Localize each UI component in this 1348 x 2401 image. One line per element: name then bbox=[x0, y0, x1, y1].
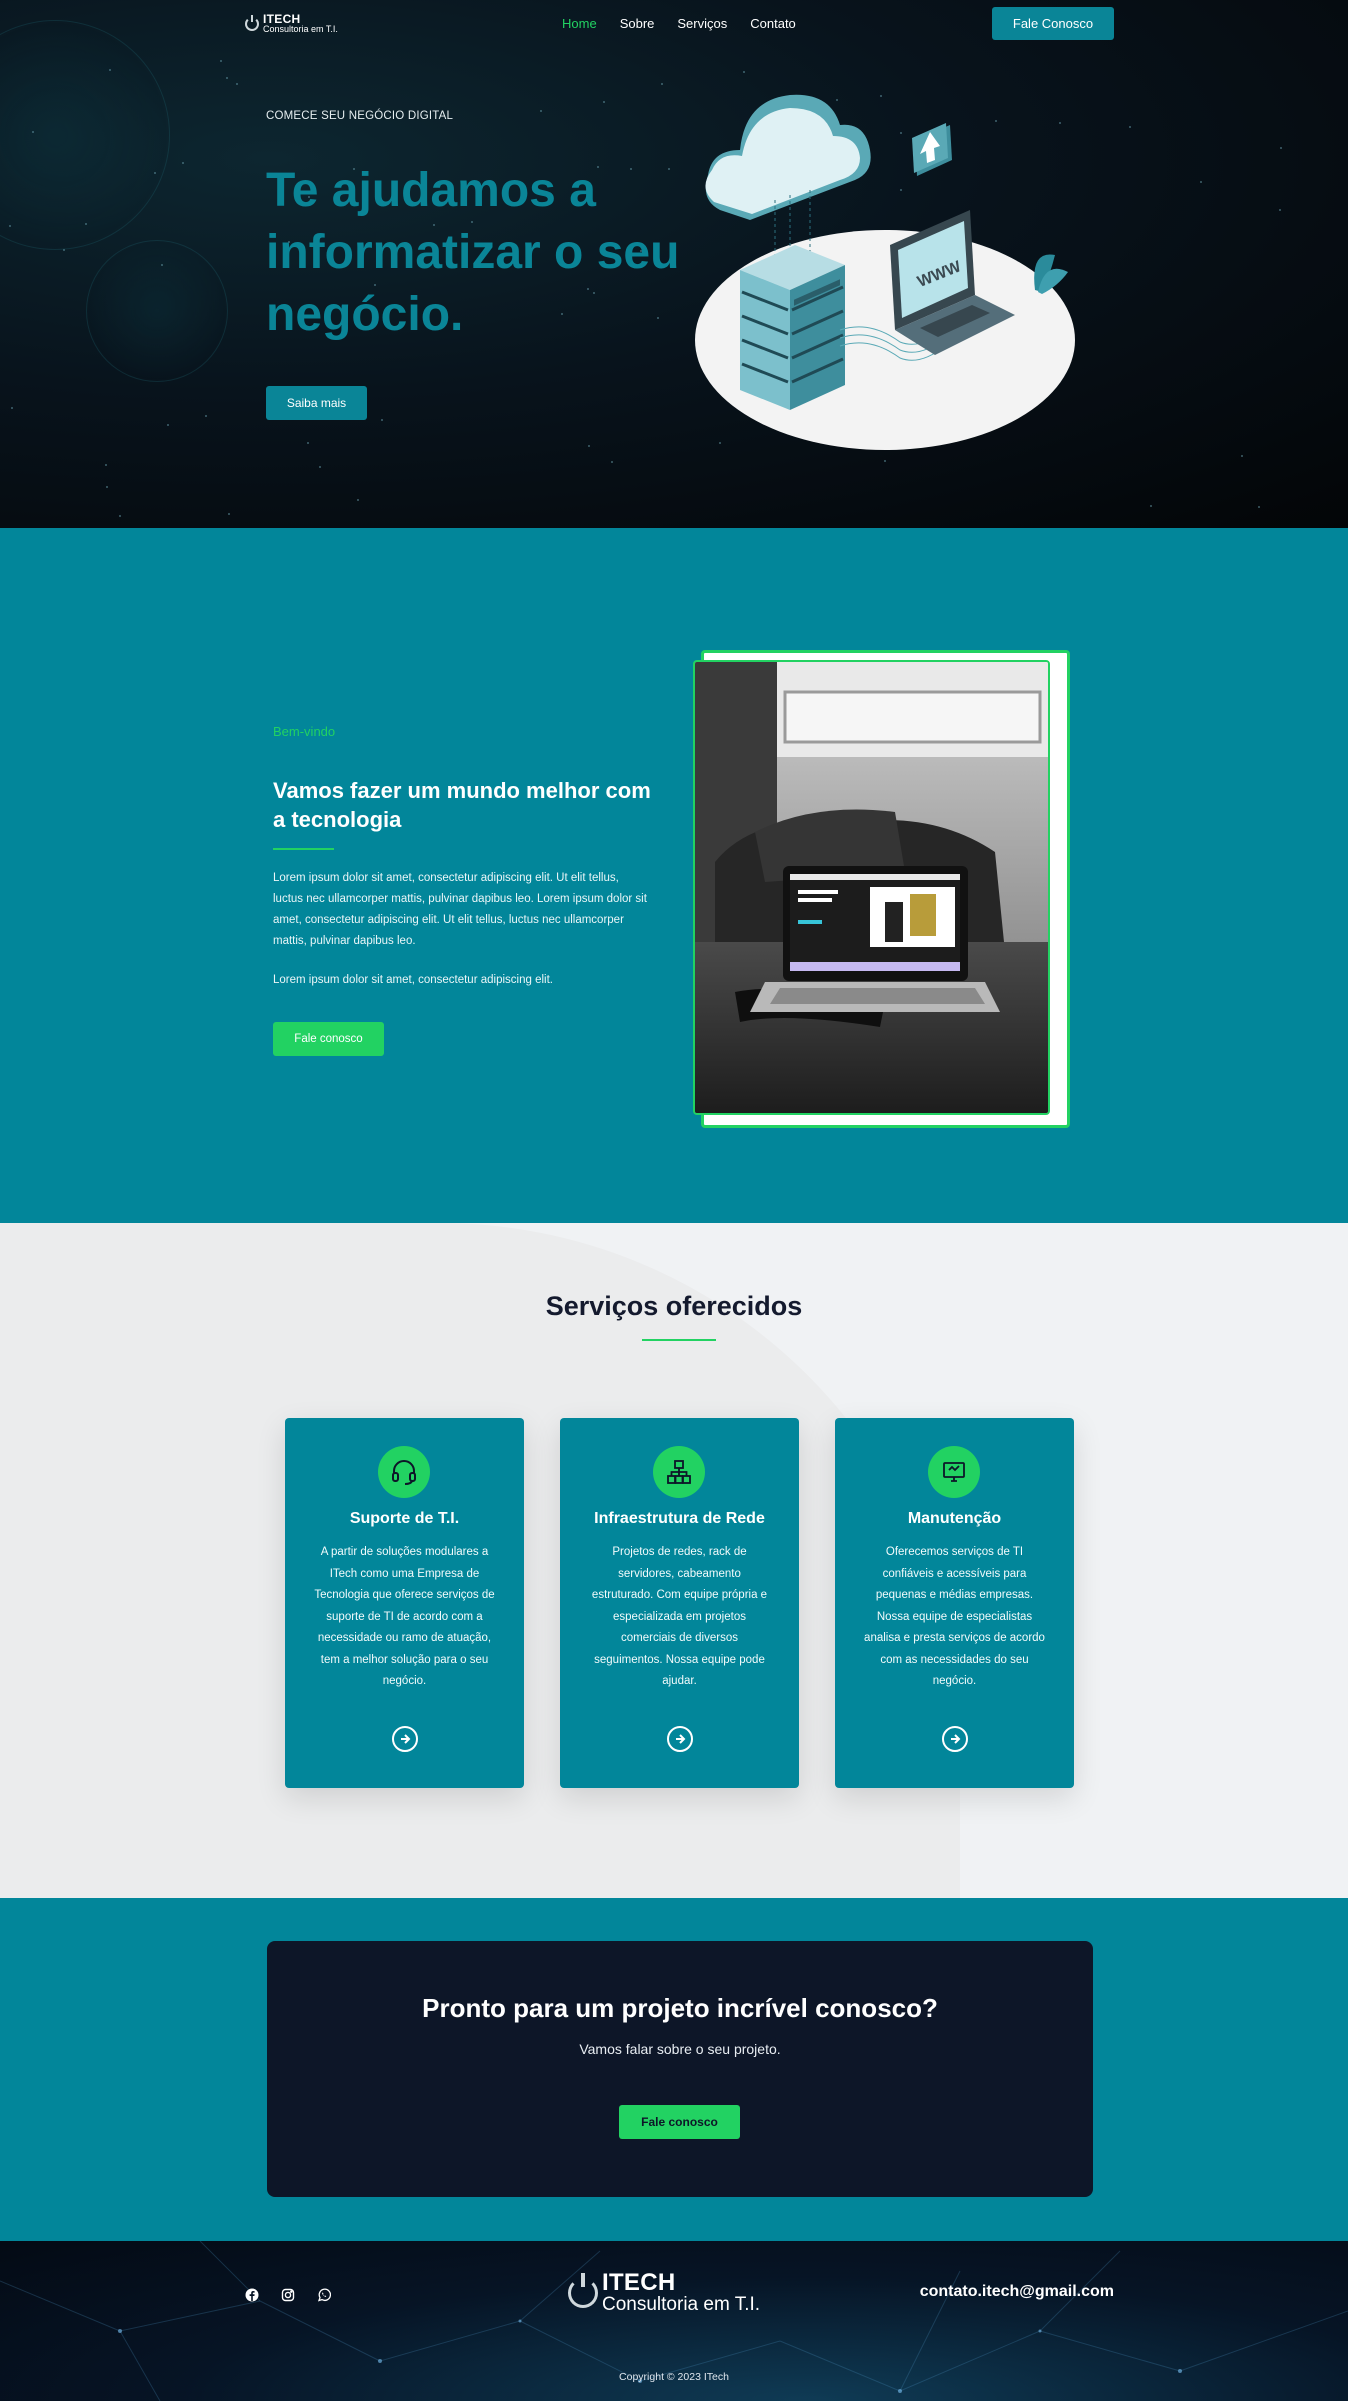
services-section: Serviços oferecidos Suporte de T.I. A pa… bbox=[0, 1223, 1348, 1898]
contact-email-link[interactable]: contato.itech@gmail.com bbox=[920, 2283, 1114, 2301]
service-card-text: Oferecemos serviços de TI confiáveis e a… bbox=[864, 1546, 1045, 1687]
star-dot bbox=[743, 71, 745, 73]
star-dot bbox=[220, 60, 222, 62]
decorative-circle bbox=[0, 20, 170, 250]
title-underline bbox=[642, 1339, 716, 1341]
star-dot bbox=[357, 499, 359, 501]
cta-box: Pronto para um projeto incrível conosco?… bbox=[267, 1941, 1093, 2197]
facebook-icon[interactable] bbox=[244, 2287, 260, 2303]
arrow-right-icon[interactable] bbox=[942, 1726, 968, 1752]
star-dot bbox=[588, 445, 590, 447]
hero-kicker: COMECE SEU NEGÓCIO DIGITAL bbox=[266, 110, 454, 122]
nav-link-servicos[interactable]: Serviços bbox=[677, 16, 727, 31]
service-card-title: Manutenção bbox=[907, 1510, 1002, 1527]
service-card-title: Suporte de T.I. bbox=[349, 1510, 460, 1527]
star-dot bbox=[119, 515, 121, 517]
services-title: Serviços oferecidos bbox=[545, 1291, 803, 1321]
star-dot bbox=[1258, 506, 1260, 508]
star-dot bbox=[9, 225, 11, 227]
star-dot bbox=[884, 460, 886, 462]
star-dot bbox=[381, 419, 383, 421]
hero-headline: Te ajudamos a informatizar o seu negócio… bbox=[266, 164, 680, 341]
decorative-circle bbox=[86, 240, 228, 382]
cloud-icon bbox=[705, 94, 871, 220]
service-card-infraestrutura: Infraestrutura de Rede Projetos de redes… bbox=[560, 1418, 799, 1788]
star-dot bbox=[307, 442, 309, 444]
service-card-manutencao: Manutenção Oferecemos serviços de TI con… bbox=[835, 1418, 1074, 1788]
service-card-title: Infraestrutura de Rede bbox=[594, 1510, 765, 1527]
star-dot bbox=[1129, 126, 1131, 128]
power-icon bbox=[245, 14, 259, 31]
cta-section: Pronto para um projeto incrível conosco?… bbox=[0, 1898, 1348, 2241]
nav-link-contato[interactable]: Contato bbox=[750, 16, 796, 31]
star-dot bbox=[32, 131, 34, 133]
contact-button[interactable]: Fale Conosco bbox=[992, 7, 1114, 40]
star-dot bbox=[167, 424, 169, 426]
hero-section: ITECH Consultoria em T.I. Home Sobre Ser… bbox=[0, 0, 1348, 528]
service-card-suporte: Suporte de T.I. A partir de soluções mod… bbox=[285, 1418, 524, 1788]
headset-icon bbox=[378, 1446, 430, 1498]
star-dot bbox=[85, 223, 87, 225]
star-dot bbox=[161, 264, 163, 266]
star-dot bbox=[109, 69, 111, 71]
monitor-icon bbox=[928, 1446, 980, 1498]
star-dot bbox=[105, 464, 107, 466]
about-section: Bem-vindo Vamos fazer um mundo melhor co… bbox=[0, 528, 1348, 1223]
cloud-server-illustration: WWW bbox=[695, 94, 1075, 450]
plant-icon bbox=[1034, 254, 1068, 294]
brand-logo[interactable]: ITECH Consultoria em T.I. bbox=[245, 13, 338, 34]
star-dot bbox=[205, 415, 207, 417]
nav-link-home[interactable]: Home bbox=[562, 16, 597, 31]
star-dot bbox=[1279, 209, 1281, 211]
service-card-text: A partir de soluções modulares a ITech c… bbox=[314, 1546, 495, 1687]
whatsapp-icon[interactable] bbox=[316, 2287, 332, 2303]
star-dot bbox=[106, 486, 108, 488]
nav-link-sobre[interactable]: Sobre bbox=[620, 16, 655, 31]
cta-contact-button[interactable]: Fale conosco bbox=[619, 2105, 740, 2139]
star-dot bbox=[182, 162, 184, 164]
about-contact-button[interactable]: Fale conosco bbox=[273, 1022, 384, 1056]
star-dot bbox=[154, 172, 156, 174]
star-dot bbox=[228, 513, 230, 515]
star-dot bbox=[226, 77, 228, 79]
server-rack-icon bbox=[740, 245, 845, 410]
footer-brand-tagline: Consultoria em T.I. bbox=[602, 2294, 761, 2315]
copyright-text: Copyright © 2023 ITech bbox=[619, 2371, 729, 2383]
title-underline bbox=[273, 848, 334, 850]
learn-more-button[interactable]: Saiba mais bbox=[266, 386, 367, 420]
network-icon bbox=[653, 1446, 705, 1498]
about-paragraph-2: Lorem ipsum dolor sit amet, consectetur … bbox=[273, 974, 553, 986]
footer-brand-name: ITECH bbox=[602, 2269, 676, 2296]
service-card-text: Projetos de redes, rack de servidores, c… bbox=[591, 1546, 768, 1687]
instagram-icon[interactable] bbox=[280, 2287, 296, 2303]
power-icon bbox=[568, 2272, 598, 2308]
star-dot bbox=[1241, 455, 1243, 457]
star-dot bbox=[1280, 147, 1282, 149]
star-dot bbox=[611, 461, 613, 463]
footer: ITECH Consultoria em T.I. contato.itech@… bbox=[0, 2241, 1348, 2401]
cta-subtitle: Vamos falar sobre o seu projeto. bbox=[579, 2041, 781, 2057]
laptop-photo bbox=[693, 660, 1050, 1115]
about-title: Vamos fazer um mundo melhor com a tecnol… bbox=[273, 778, 651, 832]
brand-tagline: Consultoria em T.I. bbox=[263, 24, 338, 34]
arrow-right-icon[interactable] bbox=[392, 1726, 418, 1752]
top-navbar: ITECH Consultoria em T.I. Home Sobre Ser… bbox=[0, 0, 1348, 48]
star-dot bbox=[319, 466, 321, 468]
about-paragraph-1: Lorem ipsum dolor sit amet, consectetur … bbox=[273, 872, 647, 947]
cta-title: Pronto para um projeto incrível conosco? bbox=[422, 1993, 938, 2023]
star-dot bbox=[1150, 505, 1152, 507]
star-dot bbox=[661, 83, 663, 85]
star-dot bbox=[540, 110, 542, 112]
footer-logo[interactable]: ITECH Consultoria em T.I. bbox=[568, 2271, 760, 2314]
about-eyebrow: Bem-vindo bbox=[273, 724, 336, 739]
star-dot bbox=[11, 407, 13, 409]
star-dot bbox=[1200, 181, 1202, 183]
arrow-right-icon[interactable] bbox=[667, 1726, 693, 1752]
star-dot bbox=[236, 83, 238, 85]
upload-icon bbox=[912, 123, 952, 176]
star-dot bbox=[63, 249, 65, 251]
main-menu: Home Sobre Serviços Contato bbox=[562, 16, 796, 31]
star-dot bbox=[603, 101, 605, 103]
